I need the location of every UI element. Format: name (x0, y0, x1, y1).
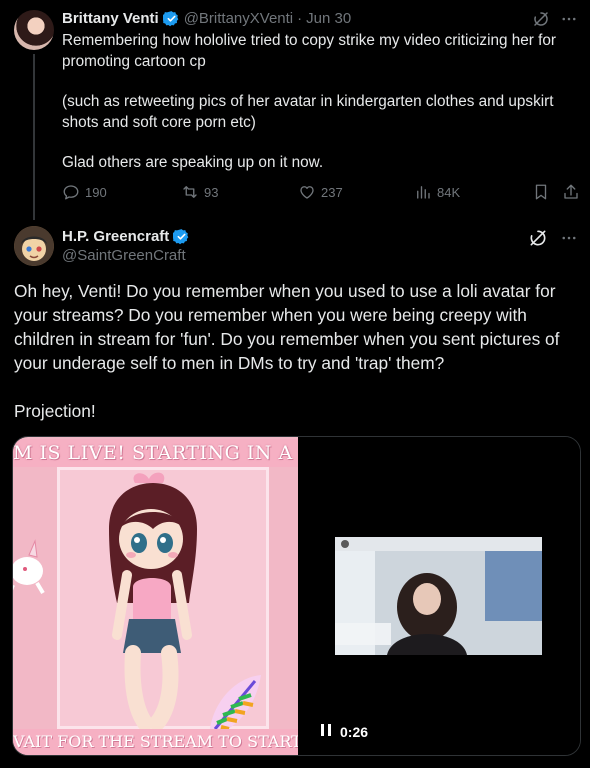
repost-count: 93 (204, 184, 219, 200)
bookmark-button[interactable] (532, 183, 550, 201)
author-handle[interactable]: @SaintGreenCraft (62, 247, 186, 264)
tweet-paragraph: (such as retweeting pics of her avatar i… (62, 93, 554, 131)
author-handle[interactable]: @BrittanyXVenti (184, 10, 293, 27)
tweet-text: Oh hey, Venti! Do you remember when you … (14, 279, 580, 423)
video-controls: 0:26 (320, 723, 368, 740)
pause-icon[interactable] (320, 723, 332, 740)
video-duration: 0:26 (340, 723, 369, 740)
like-button[interactable]: 237 (298, 183, 343, 201)
unicorn-icon (13, 539, 45, 595)
reply-icon (62, 183, 80, 201)
tweet-paragraph: Projection! (14, 401, 96, 421)
author-name[interactable]: Brittany Venti (62, 10, 159, 27)
author-name-row: H.P. Greencraft (62, 228, 190, 245)
reply-button[interactable]: 190 (62, 183, 107, 201)
more-options-icon[interactable] (560, 10, 578, 28)
tweet-actions: 190 93 237 84K (62, 183, 582, 203)
bookmark-icon (532, 183, 550, 201)
views-button[interactable]: 84K (414, 183, 460, 201)
more-options-icon[interactable] (560, 229, 578, 252)
repost-icon (181, 183, 199, 201)
tweet-header-actions (532, 10, 578, 28)
verified-badge-icon (161, 10, 180, 27)
grok-icon[interactable] (532, 10, 550, 28)
repost-button[interactable]: 93 (181, 183, 218, 201)
chibi-avatar-illustration (109, 472, 197, 729)
author-name[interactable]: H.P. Greencraft (62, 228, 169, 245)
reply-count: 190 (85, 184, 107, 200)
stream-banner-bottom: VAIT FOR THE STREAM TO START II (13, 729, 298, 755)
tweet-header-actions (528, 228, 578, 253)
separator-dot: · (297, 9, 303, 27)
share-button[interactable] (562, 183, 580, 201)
like-count: 237 (321, 184, 343, 200)
avatar[interactable] (14, 226, 54, 266)
stream-banner-top: M IS LIVE! STARTING IN A FE (13, 439, 298, 467)
thread-connector (33, 54, 35, 220)
share-icon (562, 183, 580, 201)
view-count: 84K (437, 184, 461, 200)
timeline: Brittany Venti @BrittanyXVenti · Jun 30 … (0, 0, 590, 768)
tweet-date[interactable]: Jun 30 (306, 10, 351, 27)
stream-screenshot-thumbnail (335, 537, 542, 655)
tweet-paragraph: Oh hey, Venti! Do you remember when you … (14, 281, 560, 373)
tweet-header: Brittany Venti @BrittanyXVenti · Jun 30 (62, 8, 351, 28)
tweet-text: Remembering how hololive tried to copy s… (62, 31, 572, 174)
avatar[interactable] (14, 10, 54, 50)
video-player[interactable]: M IS LIVE! STARTING IN A FE VAIT FOR THE… (12, 436, 581, 756)
verified-badge-icon (172, 228, 190, 245)
tweet-paragraph: Glad others are speaking up on it now. (62, 154, 324, 171)
video-frame-avatar-stream: M IS LIVE! STARTING IN A FE VAIT FOR THE… (13, 437, 298, 755)
heart-icon (298, 183, 316, 201)
video-frame-inset: 0:26 (298, 437, 580, 755)
analytics-icon (414, 183, 432, 201)
grok-icon[interactable] (528, 228, 548, 253)
tweet-paragraph: Remembering how hololive tried to copy s… (62, 32, 556, 70)
tweet-brittany[interactable]: Brittany Venti @BrittanyXVenti · Jun 30 … (0, 0, 590, 220)
